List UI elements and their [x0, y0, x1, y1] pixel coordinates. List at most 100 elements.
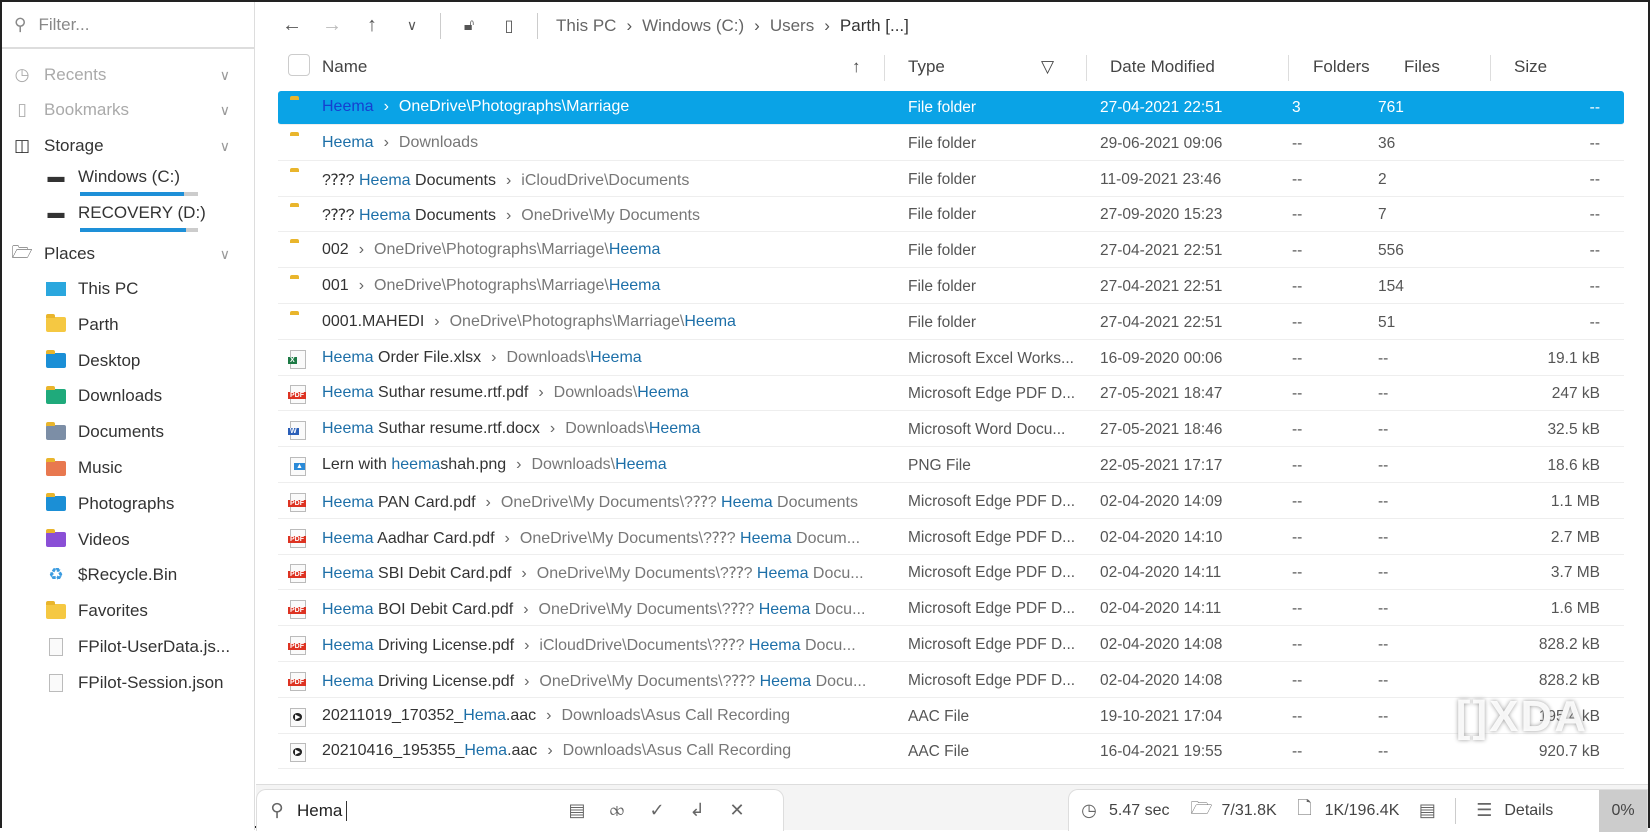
- file-path: iCloudDrive\Documents: [521, 171, 690, 189]
- sidebar-place-item[interactable]: Photographs: [46, 489, 246, 519]
- lock-icon[interactable]: 🔓︎: [449, 17, 489, 35]
- chevron-right-icon: ›: [546, 706, 552, 724]
- sidebar-place-item[interactable]: Downloads: [46, 381, 246, 411]
- breadcrumb-item[interactable]: Windows (C:): [642, 16, 744, 36]
- column-type[interactable]: Type: [908, 57, 945, 77]
- file-row[interactable]: ?⁇? Heema Documents › iCloudDrive\Document…: [278, 163, 1624, 197]
- file-type: File folder: [908, 242, 977, 260]
- file-count: --: [1378, 492, 1389, 510]
- folder-count: --: [1292, 313, 1303, 331]
- file-row[interactable]: 002 › OneDrive\Photographs\Marriage\Heema …: [278, 234, 1624, 269]
- file-type: File folder: [908, 206, 977, 224]
- view-mode-button[interactable]: Details: [1504, 802, 1553, 820]
- sidebar-place-item[interactable]: This PC: [46, 274, 246, 304]
- drive-recovery-d[interactable]: ▬ RECOVERY (D:): [46, 198, 246, 228]
- sidebar-place-item[interactable]: Music: [46, 453, 246, 483]
- breadcrumb-item[interactable]: Users: [770, 16, 814, 36]
- file-type: AAC File: [908, 707, 970, 725]
- search-in-folder-icon[interactable]: ▤: [557, 800, 597, 821]
- pdf-file-icon: PDF: [288, 636, 306, 660]
- pdf-file-icon: PDF: [288, 385, 306, 409]
- column-files[interactable]: Files: [1404, 57, 1440, 77]
- close-icon[interactable]: ✕: [717, 800, 757, 821]
- select-all-checkbox[interactable]: [288, 54, 310, 76]
- file-path: Downloads\Asus Call Recording: [562, 742, 792, 760]
- sidebar-place-item[interactable]: Parth: [46, 310, 246, 340]
- file-row[interactable]: 001 › OneDrive\Photographs\Marriage\Heema …: [278, 270, 1624, 304]
- search-input[interactable]: Hema: [297, 800, 347, 821]
- column-date-modified[interactable]: Date Modified: [1110, 57, 1215, 77]
- column-size[interactable]: Size: [1514, 57, 1547, 77]
- history-chevron-icon[interactable]: ∨: [392, 17, 432, 34]
- up-icon[interactable]: ↑: [352, 14, 392, 37]
- file-row[interactable]: PDF Heema Aadhar Card.pdf › OneDrive\My Do…: [278, 521, 1624, 555]
- list-icon[interactable]: ☰: [1464, 800, 1504, 821]
- unpin-icon[interactable]: ⧞: [597, 800, 637, 821]
- sidebar-place-item[interactable]: ♻ $Recycle.Bin: [46, 560, 246, 590]
- folder-count: --: [1292, 671, 1303, 689]
- pdf-file-icon: PDF: [288, 671, 306, 696]
- sidebar-recents[interactable]: ◷ Recents ∨: [12, 60, 244, 90]
- file-date: 27-09-2020 15:23: [1100, 206, 1223, 224]
- file-row[interactable]: ▶ 20210416_195355_Hema.aac › Downloads\Asu…: [278, 735, 1624, 770]
- file-path: OneDrive\Photographs\Marriage\Heema: [449, 312, 736, 330]
- folder-count: --: [1292, 134, 1303, 152]
- file-row[interactable]: X Heema Order File.xlsx › Downloads\Heema …: [278, 342, 1624, 376]
- file-row[interactable]: W Heema Suthar resume.rtf.docx › Downloads…: [278, 413, 1624, 448]
- sidebar-place-item[interactable]: Desktop: [46, 346, 246, 376]
- file-row[interactable]: Heema › Downloads File folder 29-06-2021 0…: [278, 127, 1624, 161]
- sidebar-place-item[interactable]: FPilot-Session.json: [46, 668, 246, 698]
- file-row[interactable]: Heema › OneDrive\Photographs\Marriage File…: [278, 91, 1624, 125]
- file-row[interactable]: PDF Heema Driving License.pdf › OneDrive\M…: [278, 664, 1624, 698]
- file-row[interactable]: 0001.MAHEDI › OneDrive\Photographs\Marriag…: [278, 306, 1624, 340]
- pdf-file-icon: PDF: [288, 528, 306, 553]
- filter-input[interactable]: ⚲ Filter...: [2, 2, 254, 49]
- file-list-pane: ← → ↑ ∨ 🔓︎ ▯ This PC › Windows (C:) › User…: [256, 2, 1648, 832]
- toolbar: ← → ↑ ∨ 🔓︎ ▯ This PC › Windows (C:) › User…: [256, 2, 1648, 49]
- breadcrumb-item[interactable]: Parth [...]: [840, 16, 909, 36]
- enter-icon[interactable]: ↲: [677, 800, 717, 821]
- folder-count: --: [1292, 457, 1303, 474]
- panel-icon[interactable]: ▤: [1407, 800, 1447, 821]
- file-row[interactable]: PDF Heema PAN Card.pdf › OneDrive\My Docum…: [278, 485, 1624, 519]
- sidebar-places[interactable]: 🗁 Places ∨: [11, 239, 244, 269]
- file-type: Microsoft Edge PDF D...: [908, 385, 1076, 403]
- chevron-down-icon: ∨: [219, 245, 230, 262]
- file-name: 0001.MAHEDI › OneDrive\Photographs\Marriag…: [322, 312, 736, 330]
- file-row[interactable]: PDF Heema Suthar resume.rtf.pdf › Download…: [278, 377, 1624, 412]
- drive-windows-c[interactable]: ▬ Windows (C:): [46, 162, 246, 192]
- sort-ascending-icon[interactable]: ↑: [852, 57, 861, 77]
- sidebar-place-item[interactable]: FPilot-UserData.js...: [46, 632, 246, 662]
- file-row[interactable]: ▶ 20211019_170352_Hema.aac › Downloads\Asu…: [278, 700, 1624, 734]
- file-type: Microsoft Word Docu...: [908, 421, 1066, 439]
- file-row[interactable]: PDF Heema SBI Debit Card.pdf › OneDrive\My…: [278, 556, 1624, 591]
- column-folders[interactable]: Folders: [1313, 57, 1370, 77]
- column-name[interactable]: Name: [322, 57, 367, 77]
- file-row[interactable]: PDF Heema Driving License.pdf › iCloudDriv…: [278, 628, 1624, 662]
- folder-icon: [46, 600, 66, 620]
- sidebar-place-item[interactable]: Favorites: [46, 596, 246, 626]
- file-row[interactable]: ▲ Lern with heemashah.png › Downloads\Heem…: [278, 449, 1624, 483]
- file-size: 920.7 kB: [1538, 743, 1600, 761]
- file-type: File folder: [908, 278, 977, 295]
- file-size: 828.2 kB: [1538, 671, 1600, 689]
- file-date: 19-10-2021 17:04: [1100, 707, 1223, 725]
- file-size: 2.7 MB: [1550, 528, 1600, 546]
- file-type: Microsoft Edge PDF D...: [908, 671, 1076, 689]
- sidebar-bookmarks[interactable]: ▯ Bookmarks ∨: [12, 95, 244, 125]
- forward-icon[interactable]: →: [312, 14, 352, 37]
- sidebar-place-item[interactable]: Documents: [46, 417, 246, 447]
- sidebar-place-item[interactable]: Videos: [46, 525, 246, 555]
- sidebar-storage[interactable]: ◫ Storage ∨: [12, 131, 244, 161]
- aac-file-icon: ▶: [290, 743, 306, 767]
- check-icon[interactable]: ✓: [637, 800, 677, 821]
- file-name: Heema Aadhar Card.pdf › OneDrive\My Docume…: [322, 529, 861, 547]
- breadcrumb-item[interactable]: This PC: [556, 16, 616, 36]
- bookmark-icon[interactable]: ▯: [489, 16, 529, 36]
- filter-icon[interactable]: ▽: [1041, 57, 1054, 77]
- chevron-right-icon: ›: [754, 15, 760, 35]
- back-icon[interactable]: ←: [272, 14, 312, 37]
- folder-icon: [46, 493, 66, 513]
- file-row[interactable]: PDF Heema BOI Debit Card.pdf › OneDrive\My…: [278, 592, 1624, 627]
- file-row[interactable]: ?⁇? Heema Documents › OneDrive\My Document…: [278, 198, 1624, 233]
